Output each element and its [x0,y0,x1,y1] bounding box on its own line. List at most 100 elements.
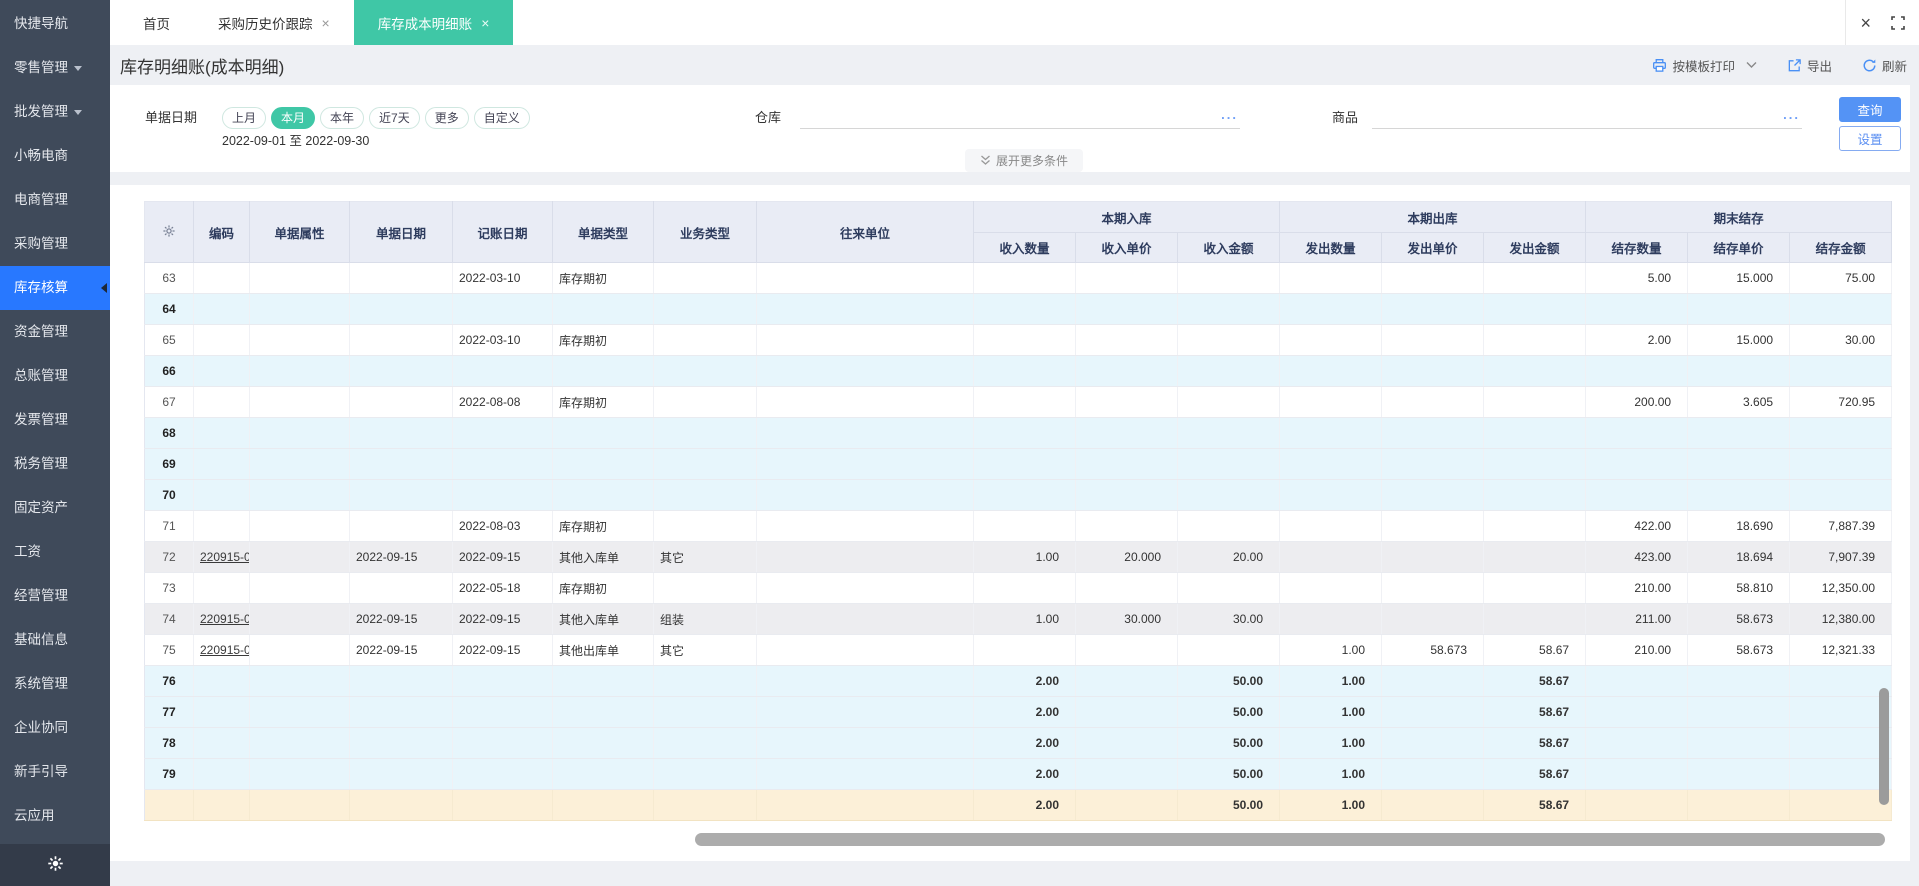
cell-outQty [1279,448,1383,480]
sidebar-item-零售管理[interactable]: 零售管理 [0,46,110,90]
table-row[interactable]: 77 2.00 50.00 1.00 58.67 [144,696,1893,728]
sidebar-item-小畅电商[interactable]: 小畅电商 [0,134,110,178]
col-header-out-price[interactable]: 发出单价 [1381,232,1485,263]
table-row[interactable]: 70 [144,479,1893,511]
sidebar-item-快捷导航[interactable]: 快捷导航 [0,2,110,46]
cell-docDate [349,324,453,356]
date-chip-更多[interactable]: 更多 [424,107,469,129]
cell-bizType [653,324,757,356]
cell-docType [552,355,654,387]
query-button[interactable]: 查询 [1839,97,1901,122]
col-header-biz-type[interactable]: 业务类型 [653,201,757,263]
sidebar-item-资金管理[interactable]: 资金管理 [0,310,110,354]
sidebar-item-基础信息[interactable]: 基础信息 [0,618,110,662]
tab-close-icon[interactable]: × [481,15,489,31]
table-row[interactable]: 79 2.00 50.00 1.00 58.67 [144,758,1893,790]
close-icon[interactable]: × [1860,14,1871,32]
cell-balQty [1585,355,1689,387]
doc-code-link[interactable]: 220915-0 [200,550,249,564]
col-header-out-qty[interactable]: 发出数量 [1279,232,1383,263]
column-settings-gear-icon[interactable] [162,224,176,238]
chevron-down-icon[interactable] [1746,61,1757,69]
table-row[interactable]: 67 2022-08-08 库存期初 200.00 3.605 720.95 [144,386,1893,418]
sidebar-item-固定资产[interactable]: 固定资产 [0,486,110,530]
col-header-in-amount[interactable]: 收入金额 [1177,232,1281,263]
sidebar-item-发票管理[interactable]: 发票管理 [0,398,110,442]
tab-采购历史价跟踪[interactable]: 采购历史价跟踪 × [194,0,354,45]
table-row[interactable]: 69 [144,448,1893,480]
sidebar-item-企业协同[interactable]: 企业协同 [0,706,110,750]
col-header-doc-date[interactable]: 单据日期 [349,201,453,263]
table-row[interactable]: 74 220915-0 2022-09-15 2022-09-15 其他入库单 组装 1.0… [144,603,1893,635]
col-header-bal-amount[interactable]: 结存金额 [1789,232,1893,263]
date-chip-本年[interactable]: 本年 [320,107,365,129]
sidebar-item-工资[interactable]: 工资 [0,530,110,574]
cell-code[interactable]: 220915-0 [193,634,250,666]
cell-code[interactable]: 220915-0 [193,541,250,573]
col-header-bal-price[interactable]: 结存单价 [1687,232,1791,263]
col-header-book-date[interactable]: 记账日期 [452,201,553,263]
date-chip-近7天[interactable]: 近7天 [369,107,420,129]
table-row[interactable]: 78 2.00 50.00 1.00 58.67 [144,727,1893,759]
sidebar-item-经营管理[interactable]: 经营管理 [0,574,110,618]
caret-down-icon [74,109,82,115]
horizontal-scrollbar-thumb[interactable] [695,833,1885,846]
cell-balPrice [1687,665,1791,697]
fullscreen-icon[interactable] [1891,15,1905,30]
col-header-doc-attr[interactable]: 单据属性 [249,201,350,263]
table-row[interactable]: 68 [144,417,1893,449]
print-by-template-button[interactable]: 按模板打印 [1652,56,1757,75]
vertical-scrollbar-thumb[interactable] [1879,688,1889,805]
table-row[interactable]: 76 2.00 50.00 1.00 58.67 [144,665,1893,697]
product-picker-ellipsis[interactable]: ... [1783,107,1800,122]
row-number-cell: 79 [144,758,194,790]
sidebar-item-总账管理[interactable]: 总账管理 [0,354,110,398]
settings-gear-icon[interactable] [47,855,64,875]
warehouse-input[interactable]: ... [800,107,1240,129]
doc-code-link[interactable]: 220915-0 [200,612,249,626]
expand-more-filters-button[interactable]: 展开更多条件 [965,149,1083,172]
sidebar-item-系统管理[interactable]: 系统管理 [0,662,110,706]
col-header-in-price[interactable]: 收入单价 [1075,232,1178,263]
date-chip-本月[interactable]: 本月 [271,107,316,129]
export-button[interactable]: 导出 [1787,56,1832,75]
tab-close-icon[interactable]: × [322,15,330,31]
col-header-code[interactable]: 编码 [193,201,250,263]
date-chip-上月[interactable]: 上月 [222,107,267,129]
table-row[interactable]: 75 220915-0 2022-09-15 2022-09-15 其他出库单 其它 1.0… [144,634,1893,666]
product-input[interactable]: ... [1372,107,1802,129]
col-header-partner[interactable]: 往来单位 [756,201,974,263]
sidebar-item-云应用[interactable]: 云应用 [0,794,110,838]
table-total-row[interactable]: 2.00 50.00 1.00 58.67 [144,789,1893,821]
table-row[interactable]: 73 2022-05-18 库存期初 210.00 58.810 12,350.00 [144,572,1893,604]
cell-inQty: 2.00 [973,665,1076,697]
table-row[interactable]: 71 2022-08-03 库存期初 422.00 18.690 7,887.39 [144,510,1893,542]
tab-首页[interactable]: 首页 [119,0,194,45]
warehouse-picker-ellipsis[interactable]: ... [1221,107,1238,122]
cell-partner [756,758,974,790]
cell-inAmt [1177,572,1281,604]
cell-code[interactable]: 220915-0 [193,603,250,635]
tab-库存成本明细账[interactable]: 库存成本明细账 × [353,0,514,45]
sidebar-item-采购管理[interactable]: 采购管理 [0,222,110,266]
collapse-arrow-icon[interactable] [101,283,107,293]
table-row[interactable]: 65 2022-03-10 库存期初 2.00 15.000 30.00 [144,324,1893,356]
col-header-in-qty[interactable]: 收入数量 [973,232,1076,263]
table-row[interactable]: 66 [144,355,1893,387]
refresh-button[interactable]: 刷新 [1862,56,1907,75]
doc-code-link[interactable]: 220915-0 [200,643,249,657]
sidebar-item-库存核算[interactable]: 库存核算 [0,266,110,310]
cell-bizType [653,293,757,325]
table-row[interactable]: 72 220915-0 2022-09-15 2022-09-15 其他入库单 其它 1.0… [144,541,1893,573]
sidebar-item-新手引导[interactable]: 新手引导 [0,750,110,794]
sidebar-item-批发管理[interactable]: 批发管理 [0,90,110,134]
col-header-bal-qty[interactable]: 结存数量 [1585,232,1689,263]
table-row[interactable]: 64 [144,293,1893,325]
sidebar-item-电商管理[interactable]: 电商管理 [0,178,110,222]
date-chip-自定义[interactable]: 自定义 [473,107,530,129]
table-row[interactable]: 63 2022-03-10 库存期初 5.00 15.000 75.00 [144,262,1893,294]
sidebar-item-税务管理[interactable]: 税务管理 [0,442,110,486]
col-header-out-amount[interactable]: 发出金额 [1483,232,1587,263]
col-header-doc-type[interactable]: 单据类型 [552,201,654,263]
settings-button[interactable]: 设置 [1839,126,1901,151]
